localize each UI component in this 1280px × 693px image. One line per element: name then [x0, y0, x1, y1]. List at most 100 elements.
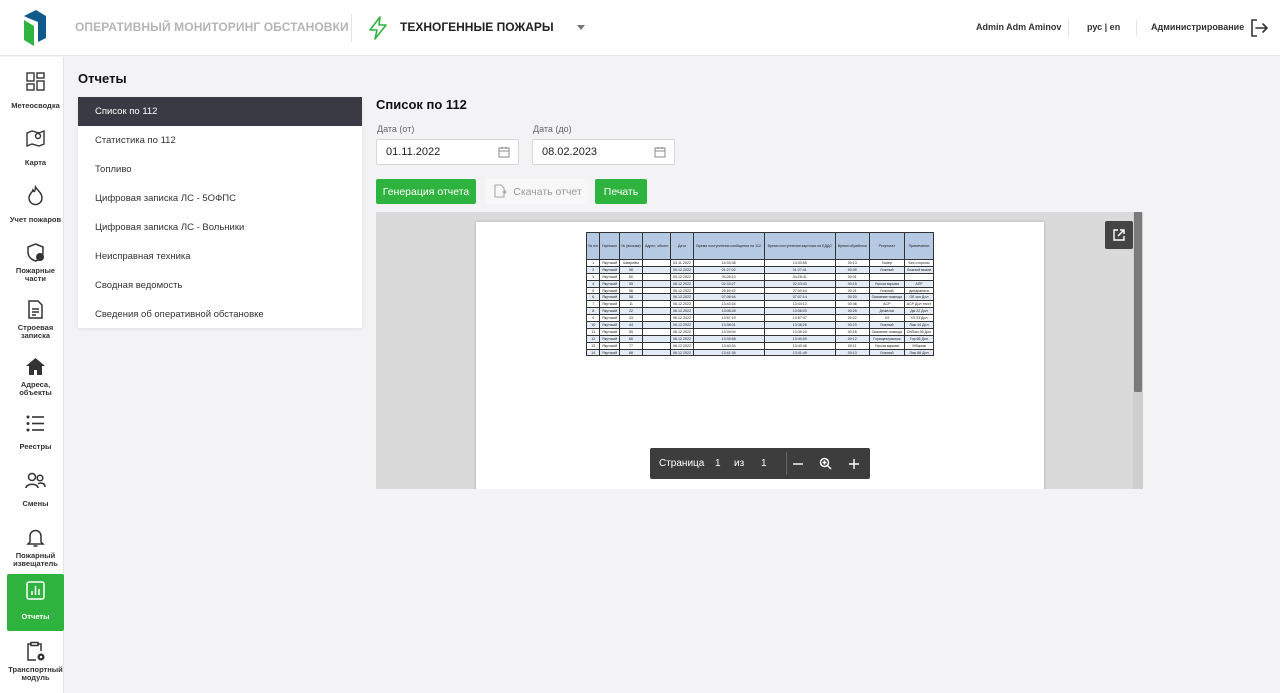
table-cell: Якутский: [599, 259, 620, 267]
table-cell: Якутский: [599, 272, 620, 281]
sidebar-item-addresses[interactable]: Адреса, объекты: [7, 350, 64, 407]
report-item-stats-112[interactable]: Статистика по 112: [78, 126, 362, 155]
table-cell: 14:33:36: [692, 259, 765, 267]
table-cell: Якутский: [599, 265, 620, 274]
table-cell: 01:27:02: [692, 265, 765, 274]
table-cell: 02:33:27: [692, 279, 765, 288]
sidebar-item-registries[interactable]: Реестры: [7, 407, 64, 464]
table-cell: Об окн Дол: [903, 293, 935, 302]
sidebar-item-fire-stations[interactable]: Пожарные части: [7, 236, 64, 293]
table-header-cell: Время поступления карточки на ЕДДС: [763, 232, 836, 260]
sidebar-item-fires[interactable]: Учет пожаров: [7, 179, 64, 236]
admin-link[interactable]: Администрирование: [1151, 22, 1244, 32]
table-cell: 06.12.2022: [670, 293, 694, 302]
report-item-digital-note-5ofps[interactable]: Цифровая записка ЛС - 5ОФПС: [78, 184, 362, 213]
report-item-digital-note-volniki[interactable]: Цифровая записка ЛС - Вольники: [78, 213, 362, 242]
table-cell: 06.12.2022: [670, 348, 694, 357]
viewer-scroll-thumb[interactable]: [1134, 212, 1142, 392]
table-cell: 06.12.2022: [670, 321, 694, 329]
table-cell: 00:25: [834, 307, 870, 316]
table-cell: 13:40:46: [763, 341, 836, 350]
zoom-in-icon[interactable]: [848, 458, 860, 470]
table-cell: 13:40:34: [692, 341, 765, 350]
table-cell: ОпПом 55 Дол: [903, 327, 935, 336]
sidebar-item-fire-detector[interactable]: Пожарный извещатель: [7, 521, 64, 578]
table-cell: АЛР: [903, 279, 935, 288]
sidebar-item-map[interactable]: Карта: [7, 122, 64, 179]
table-row: 14 Якутский 88 06.12.2022 13:41:36 13:41:49 00…: [585, 348, 935, 357]
report-item-faulty-equipment[interactable]: Неисправная техника: [78, 242, 362, 271]
table-cell: 06.12.2022: [670, 307, 694, 316]
pager-label: Страница: [659, 458, 705, 469]
table-cell: Якутский: [599, 279, 620, 288]
table-row: 4 Якутский 55 06.12.2022 02:33:27 02:33:43 00:…: [585, 279, 935, 288]
sidebar-item-weather[interactable]: Метеосводка: [7, 65, 64, 122]
zoom-search-icon[interactable]: [819, 457, 832, 470]
date-to-label: Дата (до): [533, 124, 572, 134]
table-cell: 04:28:41: [763, 272, 836, 281]
user-name[interactable]: Admin Adm Aminov: [976, 22, 1061, 32]
calendar-icon[interactable]: [498, 146, 510, 158]
table-cell: АСР Дол текст: [903, 300, 935, 309]
table-cell: 00:13: [834, 348, 870, 357]
table-cell: [642, 272, 672, 281]
report-item-fuel[interactable]: Топливо: [78, 155, 362, 184]
print-button[interactable]: Печать: [595, 179, 647, 204]
report-table: № п/п Гарнизон № (вызова) Адрес, объект Дата…: [585, 232, 935, 357]
table-cell: Якутский: [599, 327, 620, 336]
table-row: 12 Якутский 66 06.12.2022 13:39:58 13:40:09 00…: [585, 334, 935, 343]
table-cell: Ложный: [868, 348, 905, 357]
module-selector[interactable]: ТЕХНОГЕННЫЕ ПОЖАРЫ: [400, 20, 554, 34]
pager-divider: [786, 452, 787, 475]
open-external-button[interactable]: [1105, 221, 1133, 249]
table-cell: Угроза взрыва: [868, 341, 905, 350]
table-cell: 13: [585, 341, 601, 350]
pager-toolbar: Страница 1 из 1: [650, 448, 870, 479]
sidebar: Метеосводка Карта Учет пожаров Пожарные …: [0, 57, 64, 693]
table-cell: 07:06:54: [692, 293, 765, 302]
table-cell: Угроза взрыва: [868, 279, 905, 288]
table-cell: 55: [618, 327, 644, 336]
zoom-out-icon[interactable]: [792, 458, 804, 470]
sidebar-item-roster[interactable]: Строевая записка: [7, 293, 64, 350]
table-cell: 13:06:03: [763, 307, 836, 316]
table-header-cell: № (вызова): [618, 232, 644, 260]
top-header: ОПЕРАТИВНЫЙ МОНИТОРИНГ ОБСТАНОВКИ ТЕХНОГ…: [0, 0, 1280, 56]
table-cell: 06.12.2022: [670, 300, 694, 309]
language-switch[interactable]: рус | en: [1087, 22, 1120, 32]
sidebar-item-transport[interactable]: Транспортный модуль: [7, 635, 64, 692]
table-header-cell: Результат: [868, 232, 905, 260]
table-cell: 13:39:04: [692, 327, 765, 336]
report-item-operational-situation[interactable]: Сведения об оперативной обстановке: [78, 300, 362, 329]
table-cell: Шахрейм: [618, 259, 644, 267]
table-header-cell: Время обработки: [834, 232, 870, 260]
logout-icon[interactable]: [1249, 18, 1269, 38]
table-cell: Ложный: [868, 265, 905, 274]
sidebar-item-shifts[interactable]: Смены: [7, 464, 64, 521]
chevron-down-icon[interactable]: [577, 25, 585, 30]
report-item-summary[interactable]: Сводная ведомость: [78, 271, 362, 300]
viewer-scrollbar[interactable]: [1133, 212, 1143, 489]
logo-icon[interactable]: [24, 10, 46, 46]
report-item-list-112[interactable]: Список по 112: [78, 97, 362, 126]
users-icon: [25, 472, 46, 489]
table-cell: УгВзрыв: [903, 341, 935, 350]
table-cell: Оказание помощи: [868, 327, 905, 336]
generate-report-button[interactable]: Генерация отчета: [376, 179, 476, 204]
table-cell: 13:39:58: [692, 334, 765, 343]
table-cell: 01:27:41: [763, 265, 836, 274]
table-cell: 22: [618, 307, 644, 316]
table-cell: 13:57:19: [692, 314, 765, 323]
table-cell: 00:23: [834, 321, 870, 329]
pdf-viewer[interactable]: № п/п Гарнизон № (вызова) Адрес, объект Дата…: [376, 212, 1143, 489]
external-link-icon: [1113, 229, 1125, 241]
page-current[interactable]: 1: [715, 458, 721, 469]
table-cell: Лож 44 Дол: [903, 321, 935, 329]
table-cell: [642, 341, 672, 350]
table-cell: 02:33:43: [763, 279, 836, 288]
bolt-icon: [369, 16, 387, 40]
table-cell: [642, 279, 672, 288]
sidebar-item-reports[interactable]: Отчеты: [7, 574, 64, 631]
document-icon: [28, 300, 43, 319]
calendar-icon[interactable]: [654, 146, 666, 158]
